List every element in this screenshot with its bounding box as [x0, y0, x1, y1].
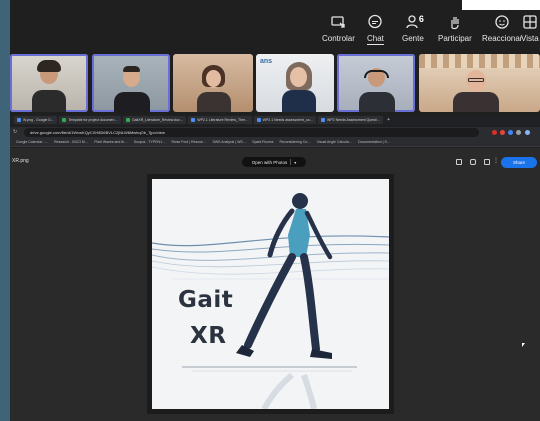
share-screen-label: Controlar: [322, 34, 355, 43]
docs-icon: [191, 118, 196, 122]
participant-tile[interactable]: [10, 54, 88, 112]
bookmark[interactable]: Rwse Font | Rescue…: [172, 140, 207, 144]
address-bar-row: ↻ drive.google.com/file/d/1WvwKQyCXH8D6B…: [10, 127, 540, 138]
participant-avatar: [453, 92, 499, 112]
chevron-down-icon[interactable]: ▾: [294, 160, 296, 165]
share-screen-icon: [330, 14, 346, 30]
tab-title: WP2.1 Needs assessment_ca…: [262, 118, 314, 122]
logo-line-2: XR: [190, 323, 227, 349]
bookmarks-bar: Google Calendar -… Research - INCO M… Pi…: [10, 138, 540, 147]
bookmark[interactable]: Reconsidering Co…: [279, 140, 310, 144]
address-bar[interactable]: drive.google.com/file/d/1WvwKQyCXH8D6BVL…: [24, 128, 479, 137]
bookmark[interactable]: Spark Rooms: [252, 140, 273, 144]
browser-tab[interactable]: WP2.1 Literature Review_Ther…: [188, 116, 252, 124]
chat-label: Chat: [367, 34, 384, 43]
tab-title: WP2 Needs Assessment Questi…: [327, 118, 381, 122]
headset-icon: [364, 70, 389, 78]
participant-avatar: [282, 90, 316, 112]
participant-tile[interactable]: [419, 54, 540, 112]
browser-tab-strip: W.png - Google D… Template for project d…: [10, 115, 540, 125]
browser-tab[interactable]: GaitXR_Literature_Review.doc…: [122, 116, 187, 124]
bookmark[interactable]: SWS Analysis | WS…: [212, 140, 246, 144]
extension-icon[interactable]: [508, 130, 513, 135]
tab-title: Template for project documen…: [68, 118, 118, 122]
browser-tab[interactable]: W.png - Google D…: [14, 116, 58, 124]
docs-icon: [256, 118, 261, 122]
share-label: Share: [512, 160, 525, 165]
gaitxr-logo-image: Gait XR: [147, 174, 394, 414]
mouse-cursor: [522, 343, 525, 347]
participant-video-strip: ans: [10, 54, 540, 112]
tab-title: WP2.1 Literature Review_Ther…: [197, 118, 249, 122]
sheets-icon: [125, 118, 130, 122]
tab-title: W.png - Google D…: [23, 118, 55, 122]
raise-hand-button[interactable]: Participar: [438, 14, 472, 50]
view-label: Vista: [521, 34, 539, 43]
extension-icon[interactable]: [516, 130, 521, 135]
participant-tile[interactable]: ans: [256, 54, 334, 112]
comment-icon[interactable]: [470, 159, 476, 165]
bookmark[interactable]: Documentation | S…: [358, 140, 390, 144]
participant-avatar: [359, 92, 395, 112]
participant-avatar: [32, 90, 66, 112]
bookmark[interactable]: Research - INCO M…: [54, 140, 88, 144]
open-with-label: Open with Photos: [251, 159, 288, 165]
participant-tile[interactable]: [173, 54, 253, 112]
smiley-icon: [494, 14, 510, 30]
open-with-button[interactable]: Open with Photos ▾: [242, 157, 306, 167]
drive-icon: [17, 118, 21, 122]
share-button[interactable]: Share: [501, 157, 537, 168]
logo-line-1: Gait: [178, 287, 234, 313]
raise-hand-icon: [447, 14, 463, 30]
people-count: 6: [418, 14, 424, 24]
tab-title: GaitXR_Literature_Review.doc…: [131, 118, 184, 122]
drive-file-viewer: XR.png Open with Photos ▾ ⋮ Share Gait X…: [10, 148, 540, 421]
extension-icon[interactable]: [500, 130, 505, 135]
add-to-drive-icon[interactable]: [456, 159, 462, 165]
divider: [290, 159, 292, 165]
new-tab-icon[interactable]: +: [387, 117, 390, 123]
participant-hair: [123, 66, 140, 72]
browser-tab[interactable]: WP2.1 Needs assessment_ca…: [253, 116, 317, 124]
bookmark[interactable]: Visual Angle Calcula…: [317, 140, 352, 144]
extension-icon[interactable]: [492, 130, 497, 135]
sheets-icon: [62, 118, 67, 122]
file-name: XR.png: [12, 158, 29, 164]
react-button[interactable]: Reaccionar: [482, 14, 522, 50]
view-grid-icon: [522, 14, 538, 30]
reload-icon[interactable]: ↻: [13, 129, 17, 135]
participant-avatar: [197, 92, 231, 112]
raise-hand-label: Participar: [438, 34, 472, 43]
participant-head: [290, 67, 307, 87]
people-button[interactable]: 6 Gente: [402, 14, 424, 50]
people-icon: 6: [405, 14, 424, 30]
ceiling-beams: [419, 54, 540, 68]
participant-avatar: [114, 92, 150, 112]
window-corner: [462, 0, 540, 10]
bookmark[interactable]: Scopus - TYPEN1…: [134, 140, 166, 144]
docs-icon: [321, 118, 326, 122]
print-icon[interactable]: [484, 159, 490, 165]
more-icon[interactable]: ⋮: [493, 157, 499, 164]
view-button[interactable]: Vista: [521, 14, 539, 50]
browser-tab[interactable]: Template for project documen…: [59, 116, 121, 124]
browser-tab[interactable]: WP2 Needs Assessment Questi…: [318, 116, 384, 124]
bookmark[interactable]: Pixel Waves and th…: [94, 140, 127, 144]
bookmark[interactable]: Google Calendar -…: [16, 140, 48, 144]
chat-button[interactable]: Chat: [367, 14, 384, 50]
participant-face: [206, 70, 221, 87]
participant-tile[interactable]: [337, 54, 415, 112]
react-label: Reaccionar: [482, 34, 523, 43]
profile-avatar[interactable]: [525, 130, 530, 135]
participant-tile[interactable]: [92, 54, 170, 112]
meeting-window: Controlar Chat 6 Gente Participar Reacci…: [10, 0, 540, 421]
people-label: Gente: [402, 34, 424, 43]
chat-icon: [367, 14, 383, 30]
share-screen-button[interactable]: Controlar: [322, 14, 355, 50]
org-logo: ans: [260, 58, 273, 65]
glasses-icon: [468, 78, 484, 82]
participant-hair: [37, 60, 61, 72]
